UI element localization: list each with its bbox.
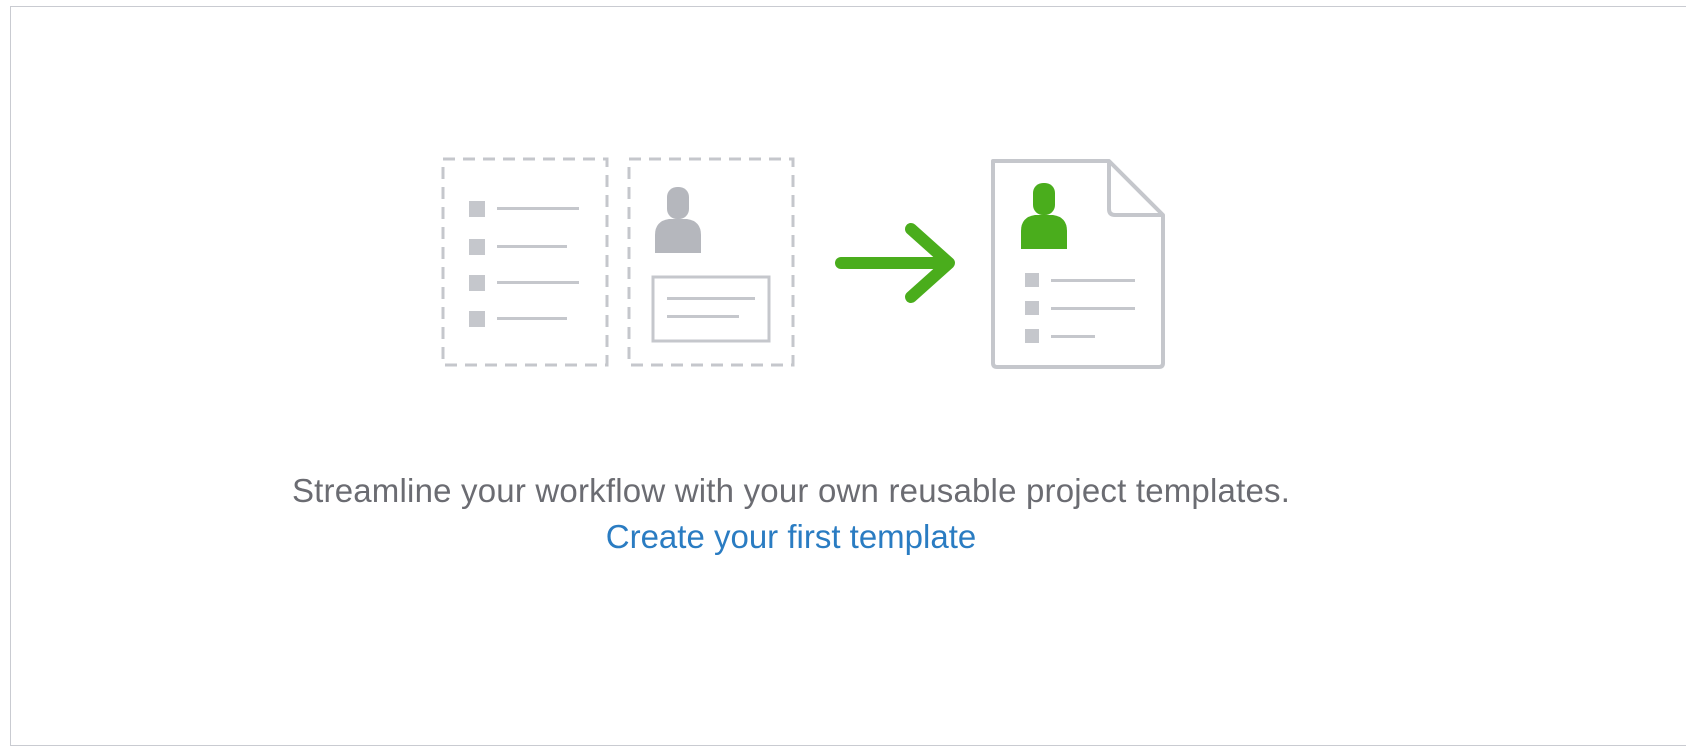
template-document-icon xyxy=(991,159,1165,369)
empty-state-message: Streamline your workflow with your own r… xyxy=(291,472,1291,509)
create-first-template-link[interactable]: Create your first template xyxy=(11,515,1571,559)
dashed-profile-document-icon xyxy=(627,157,795,367)
empty-state-panel: Streamline your workflow with your own r… xyxy=(10,6,1686,746)
arrow-right-icon xyxy=(835,223,955,303)
dashed-list-document-icon xyxy=(441,157,609,367)
create-first-template-link-label[interactable]: Create your first template xyxy=(606,518,976,555)
templates-illustration xyxy=(11,7,1686,427)
